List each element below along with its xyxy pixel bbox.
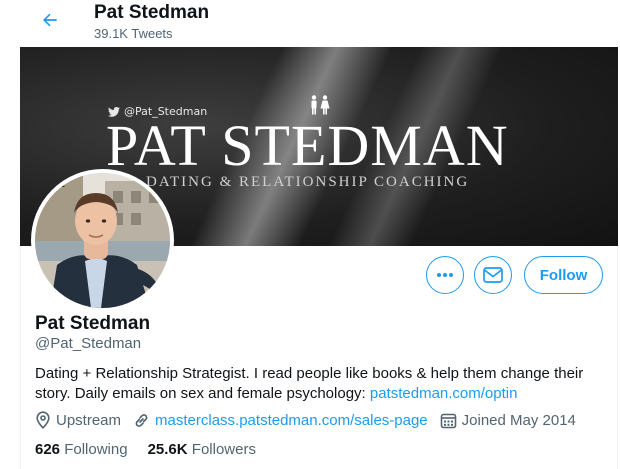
banner-subtitle: DATING & RELATIONSHIP COACHING	[146, 174, 470, 190]
avatar-photo: ERVE	[35, 173, 170, 308]
calendar-icon	[440, 413, 456, 428]
profile-handle: @Pat_Stedman	[35, 335, 142, 352]
profile-stats: 626 Following 25.6K Followers	[35, 441, 276, 458]
follow-button[interactable]: Follow	[524, 256, 603, 294]
back-button[interactable]	[37, 7, 63, 33]
joined-text: Joined May 2014	[461, 411, 576, 429]
back-arrow-icon	[43, 13, 57, 27]
header-name: Pat Stedman	[94, 2, 210, 23]
location-pin-icon	[36, 411, 50, 429]
followers-count: 25.6K	[147, 441, 188, 458]
followers-label: Followers	[191, 441, 256, 458]
following-label: Following	[64, 441, 128, 458]
more-dots-icon	[437, 273, 453, 277]
profile-bio: Dating + Relationship Strategist. I read…	[35, 364, 595, 404]
profile-header-bar: Pat Stedman 39.1K Tweets	[20, 0, 618, 47]
message-button[interactable]	[474, 256, 512, 294]
location-item: Upstream	[35, 411, 121, 429]
mail-icon	[483, 267, 503, 283]
avatar[interactable]: ERVE	[31, 169, 174, 312]
profile-meta: Upstream masterclass.patstedman.com/sale…	[35, 411, 588, 429]
following-count: 626	[35, 441, 61, 458]
joined-item: Joined May 2014	[440, 412, 576, 429]
website-link[interactable]: masterclass.patstedman.com/sales-page	[155, 412, 428, 429]
website-item[interactable]: masterclass.patstedman.com/sales-page	[133, 412, 428, 429]
display-name: Pat Stedman	[35, 313, 151, 334]
header-tweet-count: 39.1K Tweets	[94, 26, 173, 41]
following-link[interactable]: 626 Following	[35, 441, 128, 458]
banner-title: PAT STEDMAN	[106, 113, 509, 178]
bio-link[interactable]: patstedman.com/optin	[370, 385, 518, 402]
more-options-button[interactable]	[426, 256, 464, 294]
couple-figures-icon	[311, 95, 330, 115]
followers-link[interactable]: 25.6K Followers	[148, 441, 256, 458]
location-text: Upstream	[56, 411, 122, 429]
link-icon	[135, 413, 148, 427]
